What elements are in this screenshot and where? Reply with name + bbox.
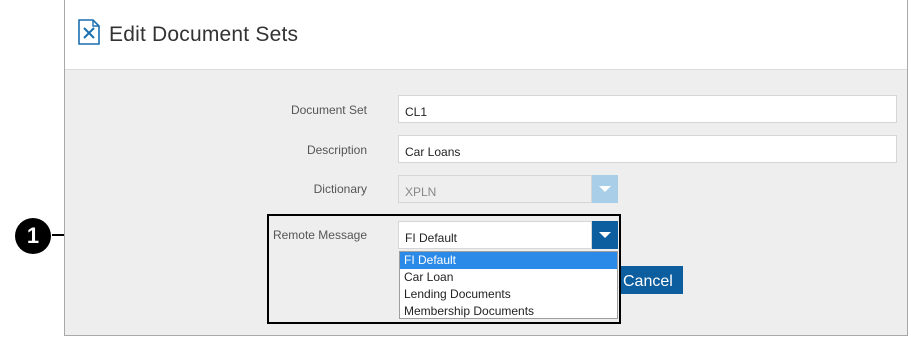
remote-message-dropdown-button[interactable] [592, 221, 618, 249]
document-set-input[interactable]: CL1 [398, 95, 897, 123]
remote-message-select[interactable]: FI Default [398, 221, 592, 249]
dialog-header: Edit Document Sets [65, 0, 907, 70]
dictionary-select: XPLN [398, 175, 592, 203]
page-title: Edit Document Sets [109, 23, 299, 46]
chevron-down-icon [599, 232, 611, 238]
dictionary-dropdown-button [592, 175, 618, 203]
description-input[interactable]: Car Loans [398, 135, 897, 163]
remote-message-label: Remote Message [272, 228, 367, 242]
edit-document-sets-dialog: Edit Document Sets Document Set CL1 Desc… [64, 0, 908, 336]
dropdown-option[interactable]: Lending Documents [400, 286, 617, 303]
dropdown-option[interactable]: Membership Documents [400, 303, 617, 320]
document-edit-icon [78, 19, 100, 45]
chevron-down-icon [599, 186, 611, 192]
callout-number-badge: 1 [15, 218, 51, 254]
dropdown-option[interactable]: FI Default [400, 252, 617, 269]
dropdown-option[interactable]: Car Loan [400, 269, 617, 286]
description-label: Description [306, 143, 367, 157]
remote-message-options-list: FI Default Car Loan Lending Documents Me… [399, 251, 618, 319]
document-set-label: Document Set [290, 103, 367, 117]
dictionary-label: Dictionary [313, 182, 367, 196]
cancel-button[interactable]: Cancel [619, 266, 683, 294]
